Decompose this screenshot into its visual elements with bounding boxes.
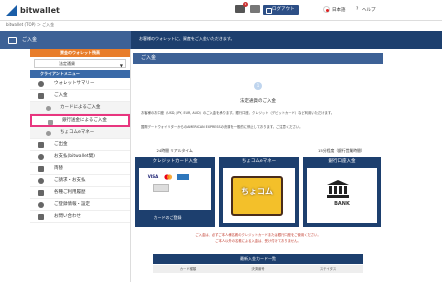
sidebar-item[interactable]: お問い合わせ xyxy=(30,211,130,223)
settings-icon xyxy=(38,202,44,208)
card-icon xyxy=(46,105,51,111)
sidebar-item-label: 両替 xyxy=(54,166,63,171)
wallet-icon xyxy=(38,81,44,87)
mastercard-icon xyxy=(162,174,174,180)
chocom-logo-panel: ちょコム xyxy=(223,168,295,223)
wallet-select-heading: 資金のウォレット残高 xyxy=(30,49,130,57)
bank-text: BANK xyxy=(334,201,350,207)
sidebar-item-label: ご入金 xyxy=(54,93,68,98)
sidebar-item-label: 各種ご利用履歴 xyxy=(54,190,86,195)
deposit-timing-row: 24時間 リアルタイム 15分程度（銀行営業時間） xyxy=(133,147,383,155)
deposit-note: 国際デートウォイリターからのAMERICAN EXPRESSの決済を一般的に停止… xyxy=(141,125,303,129)
brand-logo[interactable]: bitwallet xyxy=(6,5,60,16)
wallet-icon xyxy=(8,37,17,44)
history-heading: 最新入金カード一覧 xyxy=(153,254,363,264)
step-number-badge: 1 xyxy=(254,82,262,90)
amex-icon xyxy=(177,174,189,180)
card-signup-button[interactable]: カードのご登録 xyxy=(135,211,200,225)
sidebar-item[interactable]: ご請求・お支払 xyxy=(30,175,130,187)
deposit-description: お客様のお口座（USD, JPY, EUR, AUD）のご入金を承ります。銀行口… xyxy=(141,111,335,115)
sidebar-item[interactable]: ちょコムeマネー xyxy=(30,127,130,139)
contact-icon xyxy=(38,214,44,220)
sidebar-item[interactable]: カードによるご入金 xyxy=(30,102,130,114)
mail-badge: 1 xyxy=(243,2,248,7)
timing-bank: 15分程度（銀行営業時間） xyxy=(318,148,365,153)
withdraw-icon xyxy=(38,142,44,148)
sidebar-item[interactable]: 各種ご利用履歴 xyxy=(30,187,130,199)
notice-line-1: ご入金は、必ずご本人様名義のクレジットカードまたは銀行口座をご使用ください。 xyxy=(195,233,321,237)
timing-chocom xyxy=(216,147,299,155)
section-title-label: ご入金 xyxy=(22,37,38,43)
help-icon[interactable]: ? xyxy=(356,7,358,12)
bank-icon xyxy=(48,119,53,125)
deposit-title: 法定通貨のご入金 xyxy=(240,99,276,104)
chocom-logo-icon: ちょコム xyxy=(231,176,283,216)
sidebar-item[interactable]: 銀行送金によるご入金 xyxy=(30,114,130,127)
sidebar-item[interactable]: 両替 xyxy=(30,163,130,175)
chocom-deposit-label: ちょコムeマネー xyxy=(241,159,277,164)
title-message: お客様のウォレットに、資産をご入金いただきます。 xyxy=(139,36,235,41)
logout-button[interactable]: ログアウト xyxy=(263,5,299,15)
wallet-select[interactable]: 法定通貨 ▼ xyxy=(34,59,126,68)
help-link[interactable]: ヘルプ xyxy=(362,7,376,13)
brand-name: bitwallet xyxy=(20,6,60,15)
sidebar-item-label: 銀行送金によるご入金 xyxy=(62,118,107,123)
history-icon xyxy=(38,190,44,196)
sidebar-item-label: ウォレットサマリー xyxy=(54,81,95,86)
sidebar-item-label: お問い合わせ xyxy=(54,214,81,219)
mail-icon[interactable]: 1 xyxy=(235,2,248,13)
sidebar-item[interactable]: お支払(bitwallet間) xyxy=(30,151,130,163)
user-icon[interactable] xyxy=(250,5,260,13)
logo-mark-icon xyxy=(6,5,17,16)
transfer-icon xyxy=(38,154,44,160)
sidebar-item-label: ご登録情報・設定 xyxy=(54,202,90,207)
breadcrumb[interactable]: bitwallet (TOP) ＞ ご入金 xyxy=(6,22,54,28)
sidebar: 資金のウォレット残高 法定通貨 ▼ クライアントメニュー ウォレットサマリー ご入… xyxy=(30,49,131,282)
history-col-status: ステイタス xyxy=(319,267,337,271)
client-menu-heading: クライアントメニュー xyxy=(30,70,130,78)
sidebar-item-label: カードによるご入金 xyxy=(60,105,101,110)
deposit-icon xyxy=(38,93,44,99)
language-select[interactable]: 日本語 xyxy=(332,7,346,13)
chocom-icon xyxy=(46,130,51,136)
sidebar-item-label: お支払(bitwallet間) xyxy=(54,154,95,159)
chevron-down-icon: ▼ xyxy=(119,63,123,68)
top-bar: bitwallet 1 ログアウト 日本語 ? ヘルプ xyxy=(0,0,442,21)
chocom-logo-text: ちょコム xyxy=(241,187,273,196)
invoice-icon xyxy=(38,178,44,184)
sidebar-item-label: ご出金 xyxy=(54,142,68,147)
card-brand-logos: VISA xyxy=(147,174,189,180)
bank-logo-panel: BANK xyxy=(307,168,377,223)
sidebar-item[interactable]: ご登録情報・設定 xyxy=(30,199,130,211)
history-col-card: カード種類 xyxy=(179,267,197,271)
card-logos-panel: VISA xyxy=(139,168,211,210)
card-deposit-label: クレジットカード入金 xyxy=(152,159,198,164)
history-col-number: 決済番号 xyxy=(251,267,265,271)
sidebar-item[interactable]: ウォレットサマリー xyxy=(30,78,130,90)
visa-icon: VISA xyxy=(147,174,159,180)
sidebar-item[interactable]: ご出金 xyxy=(30,139,130,151)
wallet-select-value: 法定通貨 xyxy=(59,61,75,66)
section-title: ご入金 xyxy=(0,31,131,49)
sidebar-item-label: ご請求・お支払 xyxy=(54,178,86,183)
exchange-icon xyxy=(38,166,44,172)
history-header-row: カード種類 決済番号 ステイタス xyxy=(153,265,363,273)
main-heading: ご入金 xyxy=(133,53,383,64)
notice-line-2: ご本人以外の名義による入金は、受け付けておりません。 xyxy=(215,239,301,243)
sidebar-item-label: ちょコムeマネー xyxy=(60,130,95,135)
sidebar-item[interactable]: ご入金 xyxy=(30,90,130,102)
bank-deposit-option[interactable]: 銀行口座入金 BANK xyxy=(303,157,381,227)
timing-card: 24時間 リアルタイム xyxy=(156,148,193,153)
chocom-deposit-option[interactable]: ちょコムeマネー ちょコム xyxy=(219,157,299,227)
bank-building-icon xyxy=(327,180,349,198)
bank-deposit-label: 銀行口座入金 xyxy=(328,159,356,164)
card-image-icon xyxy=(153,184,169,192)
japan-flag-icon[interactable] xyxy=(323,6,330,13)
main-panel: ご入金 1 法定通貨のご入金 お客様のお口座（USD, JPY, EUR, AU… xyxy=(133,53,383,282)
sidebar-menu: ウォレットサマリー ご入金カードによるご入金銀行送金によるご入金 ちょコムeマネーご… xyxy=(30,78,130,223)
card-deposit-option[interactable]: クレジットカード入金 VISA カードのご登録 xyxy=(135,157,215,227)
